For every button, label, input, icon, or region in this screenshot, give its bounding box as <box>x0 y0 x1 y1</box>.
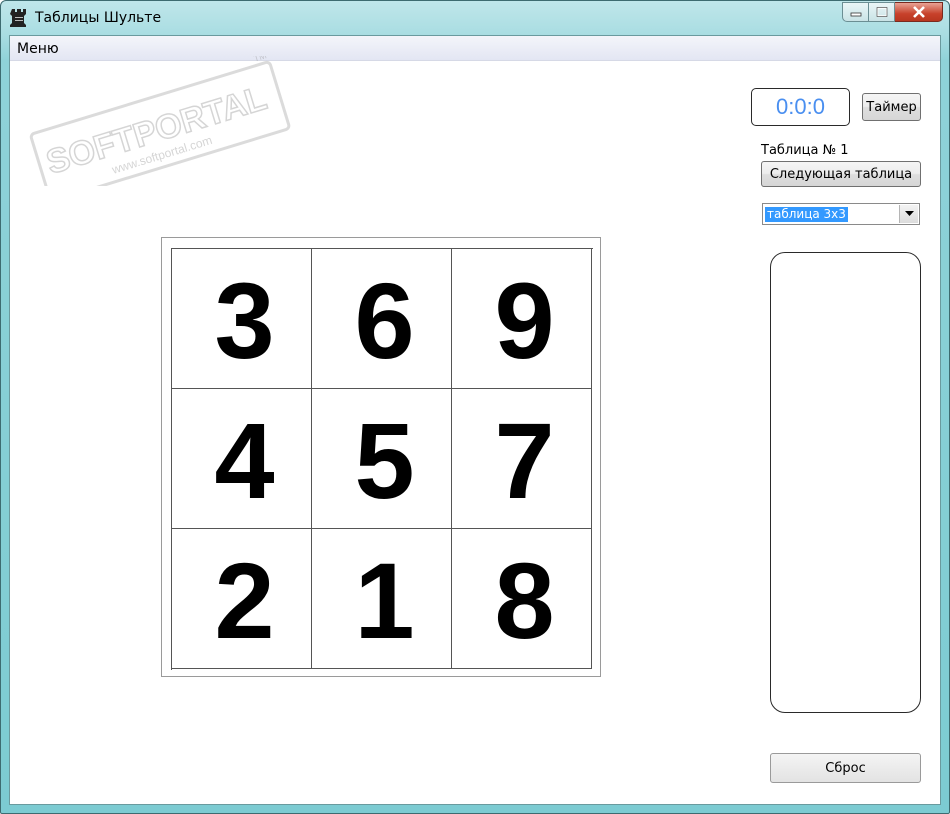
close-button[interactable] <box>895 2 943 22</box>
menu-bar: Меню <box>10 36 940 61</box>
grid-cell[interactable]: 3 <box>172 249 312 389</box>
grid-cell[interactable]: 6 <box>312 249 452 389</box>
menu-item-menu[interactable]: Меню <box>17 41 59 57</box>
chess-rook-icon <box>10 9 26 27</box>
table-size-select[interactable]: таблица 3х3 <box>762 203 920 225</box>
minimize-button[interactable] <box>842 2 869 22</box>
results-panel <box>770 252 921 713</box>
grid-cell[interactable]: 1 <box>312 529 452 669</box>
reset-button[interactable]: Сброс <box>770 753 921 783</box>
grid-cell[interactable]: 9 <box>452 249 592 389</box>
grid-cell[interactable]: 5 <box>312 389 452 529</box>
app-window: Таблицы Шульте Меню SOFTPORTAL www.softp… <box>0 0 950 814</box>
svg-text:www.softportal.com: www.softportal.com <box>109 133 214 177</box>
table-number-label: Таблица № 1 <box>761 143 849 158</box>
maximize-button[interactable] <box>869 2 895 22</box>
timer-display: 0:0:0 <box>751 88 850 126</box>
grid-cell[interactable]: 7 <box>452 389 592 529</box>
next-table-button[interactable]: Следующая таблица <box>761 161 921 187</box>
softportal-watermark: SOFTPORTAL www.softportal.com TM <box>29 56 291 186</box>
grid-cell[interactable]: 4 <box>172 389 312 529</box>
client-area: Меню SOFTPORTAL www.softportal.com TM 3 … <box>9 35 941 805</box>
timer-button[interactable]: Таймер <box>862 93 921 121</box>
grid-cell[interactable]: 2 <box>172 529 312 669</box>
maximize-icon <box>876 7 887 17</box>
svg-text:SOFTPORTAL: SOFTPORTAL <box>42 79 271 182</box>
title-bar[interactable]: Таблицы Шульте <box>1 1 949 35</box>
schulte-grid: 3 6 9 4 5 7 2 1 8 <box>171 248 593 670</box>
minimize-icon <box>850 12 861 17</box>
schulte-table: 3 6 9 4 5 7 2 1 8 <box>161 237 601 677</box>
dropdown-arrow-button[interactable] <box>899 205 918 223</box>
grid-cell[interactable]: 8 <box>452 529 592 669</box>
window-controls <box>842 2 943 22</box>
chevron-down-icon <box>904 211 914 216</box>
window-title: Таблицы Шульте <box>35 10 162 26</box>
close-icon <box>912 6 925 18</box>
table-size-selected-value: таблица 3х3 <box>765 207 848 222</box>
